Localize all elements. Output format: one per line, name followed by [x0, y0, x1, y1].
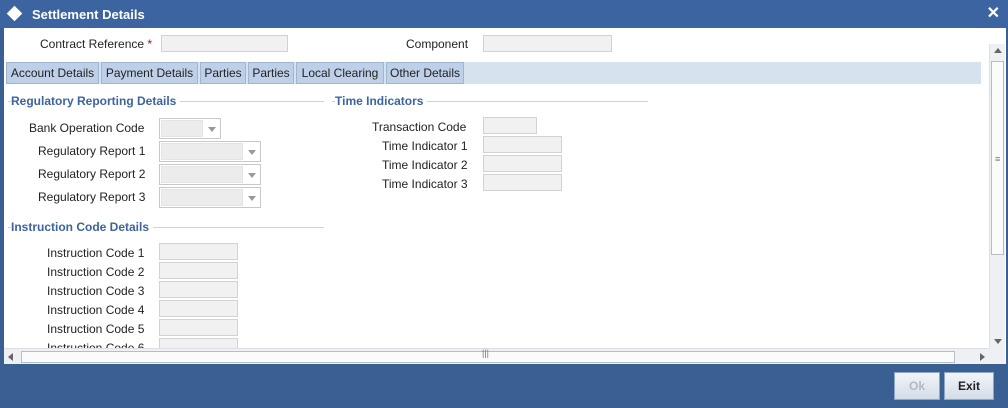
contract-reference-label: Contract Reference *	[40, 37, 153, 51]
scroll-up-icon[interactable]	[994, 48, 1002, 53]
chevron-down-icon	[208, 127, 216, 132]
time-indicator-1-label: Time Indicator 1	[382, 139, 468, 153]
tab-other-details[interactable]: Other Details	[386, 62, 464, 84]
time-indicator-3-label: Time Indicator 3	[382, 177, 468, 191]
regulatory-report-3-label: Regulatory Report 3	[38, 190, 146, 204]
instruction-code-5-label: Instruction Code 5	[47, 322, 145, 336]
component-field[interactable]	[483, 35, 612, 52]
footer-bar: Ok Exit	[0, 364, 1008, 408]
regulatory-legend: Regulatory Reporting Details	[11, 94, 181, 108]
tab-parties-2[interactable]: Parties	[248, 62, 294, 84]
time-indicator-1-field[interactable]	[483, 136, 562, 153]
scroll-left-icon[interactable]	[8, 353, 13, 361]
instruction-code-4-label: Instruction Code 4	[47, 303, 145, 317]
regulatory-report-1-select[interactable]	[159, 141, 261, 162]
instruction-code-3-field[interactable]	[159, 281, 238, 298]
scroll-corner	[989, 348, 1005, 364]
contract-reference-field[interactable]	[161, 35, 288, 52]
component-label: Component	[406, 37, 469, 51]
tab-strip: Account Details Payment Details Parties …	[6, 62, 981, 84]
regulatory-report-2-select[interactable]	[159, 164, 261, 185]
close-icon[interactable]: ✕	[987, 3, 1000, 23]
chevron-down-icon	[248, 150, 256, 155]
instruction-legend: Instruction Code Details	[11, 220, 154, 234]
regulatory-report-3-select[interactable]	[159, 187, 261, 208]
transaction-code-field[interactable]	[483, 117, 537, 134]
grip-icon: |||	[482, 348, 490, 358]
scroll-down-icon[interactable]	[994, 339, 1002, 344]
exit-button[interactable]: Exit	[944, 372, 994, 400]
regulatory-report-2-label: Regulatory Report 2	[38, 167, 146, 181]
horizontal-scrollbar[interactable]: |||	[4, 348, 989, 364]
ok-button[interactable]: Ok	[894, 372, 940, 400]
diamond-icon	[6, 5, 23, 22]
transaction-code-label: Transaction Code	[372, 120, 467, 134]
instruction-code-3-label: Instruction Code 3	[47, 284, 145, 298]
instruction-code-4-field[interactable]	[159, 300, 238, 317]
bank-operation-code-label: Bank Operation Code	[29, 121, 145, 135]
tab-payment-details[interactable]: Payment Details	[101, 62, 198, 84]
window-title: Settlement Details	[32, 7, 145, 22]
time-indicator-3-field[interactable]	[483, 174, 562, 191]
time-indicator-2-label: Time Indicator 2	[382, 158, 468, 172]
instruction-code-2-field[interactable]	[159, 262, 238, 279]
tab-local-clearing[interactable]: Local Clearing	[296, 62, 384, 84]
time-indicators-legend: Time Indicators	[335, 94, 428, 108]
instruction-code-2-label: Instruction Code 2	[47, 265, 145, 279]
window-titlebar: Settlement Details ✕	[0, 0, 1008, 28]
regulatory-report-1-label: Regulatory Report 1	[38, 144, 146, 158]
settlement-details-panel: Contract Reference * Component Account D…	[4, 28, 1006, 364]
instruction-code-1-field[interactable]	[159, 243, 238, 260]
required-marker: *	[147, 37, 153, 51]
tab-parties-1[interactable]: Parties	[200, 62, 246, 84]
vertical-scrollbar[interactable]: ≡	[989, 44, 1005, 348]
chevron-down-icon	[248, 173, 256, 178]
bank-operation-code-select[interactable]	[159, 118, 221, 139]
instruction-code-5-field[interactable]	[159, 319, 238, 336]
vertical-scroll-thumb[interactable]: ≡	[991, 61, 1004, 255]
grip-icon: ≡	[995, 154, 1001, 164]
scroll-right-icon[interactable]	[980, 353, 985, 361]
tab-account-details[interactable]: Account Details	[6, 62, 99, 84]
time-indicator-2-field[interactable]	[483, 155, 562, 172]
instruction-code-1-label: Instruction Code 1	[47, 246, 145, 260]
chevron-down-icon	[248, 196, 256, 201]
